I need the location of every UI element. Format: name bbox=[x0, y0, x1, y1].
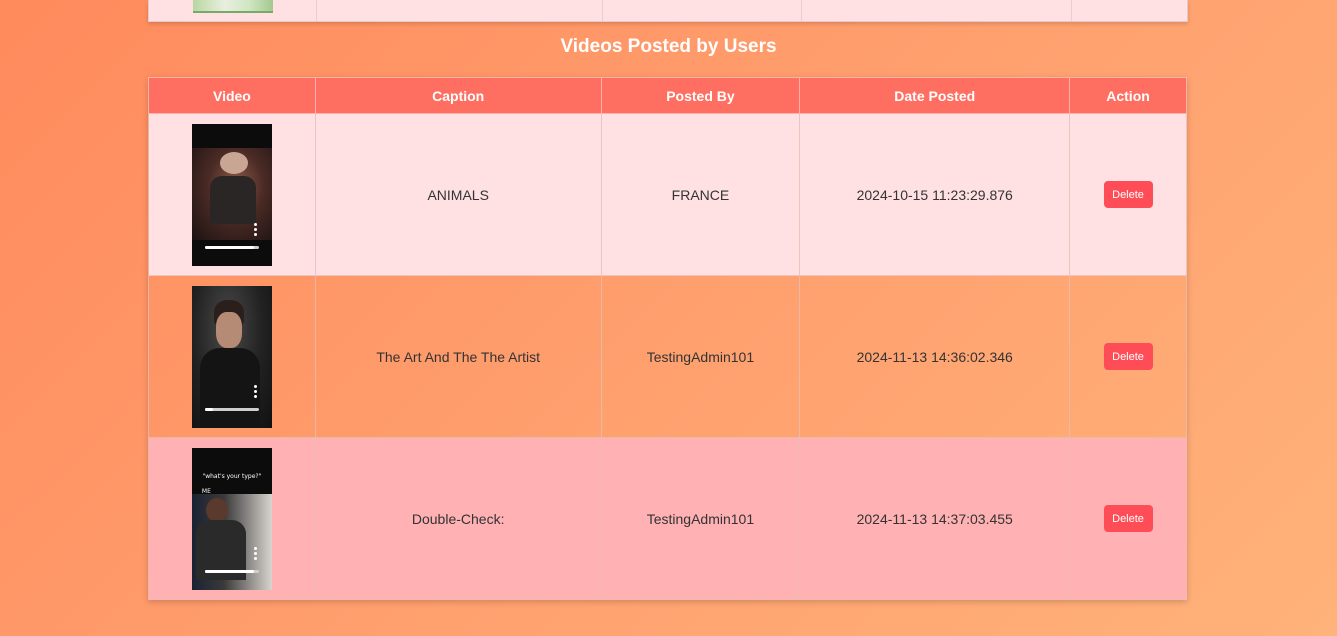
more-options-icon[interactable] bbox=[253, 546, 257, 562]
videos-table: Video Caption Posted By Date Posted Acti… bbox=[148, 77, 1187, 600]
delete-button[interactable]: Delete bbox=[1103, 181, 1153, 208]
posted-by-cell: TestingAdmin101 bbox=[600, 275, 801, 438]
video-progress-fill bbox=[204, 407, 214, 411]
date-posted-cell: 2024-11-13 14:36:02.346 bbox=[799, 275, 1071, 438]
table-row: The Art And The The Artist TestingAdmin1… bbox=[148, 275, 1187, 438]
video-progress-bar[interactable] bbox=[204, 407, 259, 411]
caption-cell: The Art And The The Artist bbox=[314, 275, 602, 438]
video-face bbox=[219, 151, 248, 174]
date-posted-cell: 2024-11-13 14:37:03.455 bbox=[799, 437, 1071, 600]
video-overlay-text: "what's your type?" bbox=[202, 472, 262, 480]
posted-by-cell: TestingAdmin101 bbox=[600, 437, 801, 600]
section-title: Videos Posted by Users bbox=[560, 36, 777, 57]
video-figure bbox=[209, 175, 256, 224]
action-cell: Delete bbox=[1069, 275, 1187, 438]
date-posted-cell: 2024-10-15 11:23:29.876 bbox=[799, 113, 1071, 276]
video-progress-fill bbox=[204, 569, 254, 573]
more-options-icon[interactable] bbox=[253, 222, 257, 238]
column-divider bbox=[316, 0, 317, 21]
video-player[interactable] bbox=[191, 123, 272, 266]
delete-button[interactable]: Delete bbox=[1103, 343, 1153, 370]
header-posted-by: Posted By bbox=[600, 77, 801, 114]
column-divider bbox=[801, 0, 802, 21]
video-overlay-label: ME bbox=[201, 487, 211, 495]
table-row: "what's your type?" ME Double-Check: Tes… bbox=[148, 437, 1187, 600]
table-header-row: Video Caption Posted By Date Posted Acti… bbox=[148, 77, 1187, 114]
video-face bbox=[215, 311, 242, 348]
action-cell: Delete bbox=[1069, 437, 1187, 600]
previous-table-bottom bbox=[148, 0, 1188, 22]
action-cell: Delete bbox=[1069, 113, 1187, 276]
table-row: ANIMALS FRANCE 2024-10-15 11:23:29.876 D… bbox=[148, 113, 1187, 276]
video-cell bbox=[148, 113, 316, 276]
video-player[interactable] bbox=[191, 285, 272, 428]
more-options-icon[interactable] bbox=[253, 384, 257, 400]
video-cell bbox=[148, 275, 316, 438]
video-progress-fill bbox=[204, 245, 254, 249]
video-progress-bar[interactable] bbox=[204, 245, 259, 249]
video-face bbox=[205, 497, 228, 522]
caption-cell: Double-Check: bbox=[314, 437, 602, 600]
header-video: Video bbox=[148, 77, 316, 114]
header-action: Action bbox=[1069, 77, 1187, 114]
video-cell: "what's your type?" ME bbox=[148, 437, 316, 600]
video-figure bbox=[199, 347, 260, 428]
posted-by-cell: FRANCE bbox=[600, 113, 801, 276]
video-progress-bar[interactable] bbox=[204, 569, 259, 573]
column-divider bbox=[602, 0, 603, 21]
image-thumbnail bbox=[193, 0, 273, 13]
delete-button[interactable]: Delete bbox=[1103, 505, 1153, 532]
header-caption: Caption bbox=[314, 77, 602, 114]
video-player[interactable]: "what's your type?" ME bbox=[191, 447, 272, 590]
caption-cell: ANIMALS bbox=[314, 113, 602, 276]
column-divider bbox=[1071, 0, 1072, 21]
header-date-posted: Date Posted bbox=[799, 77, 1071, 114]
